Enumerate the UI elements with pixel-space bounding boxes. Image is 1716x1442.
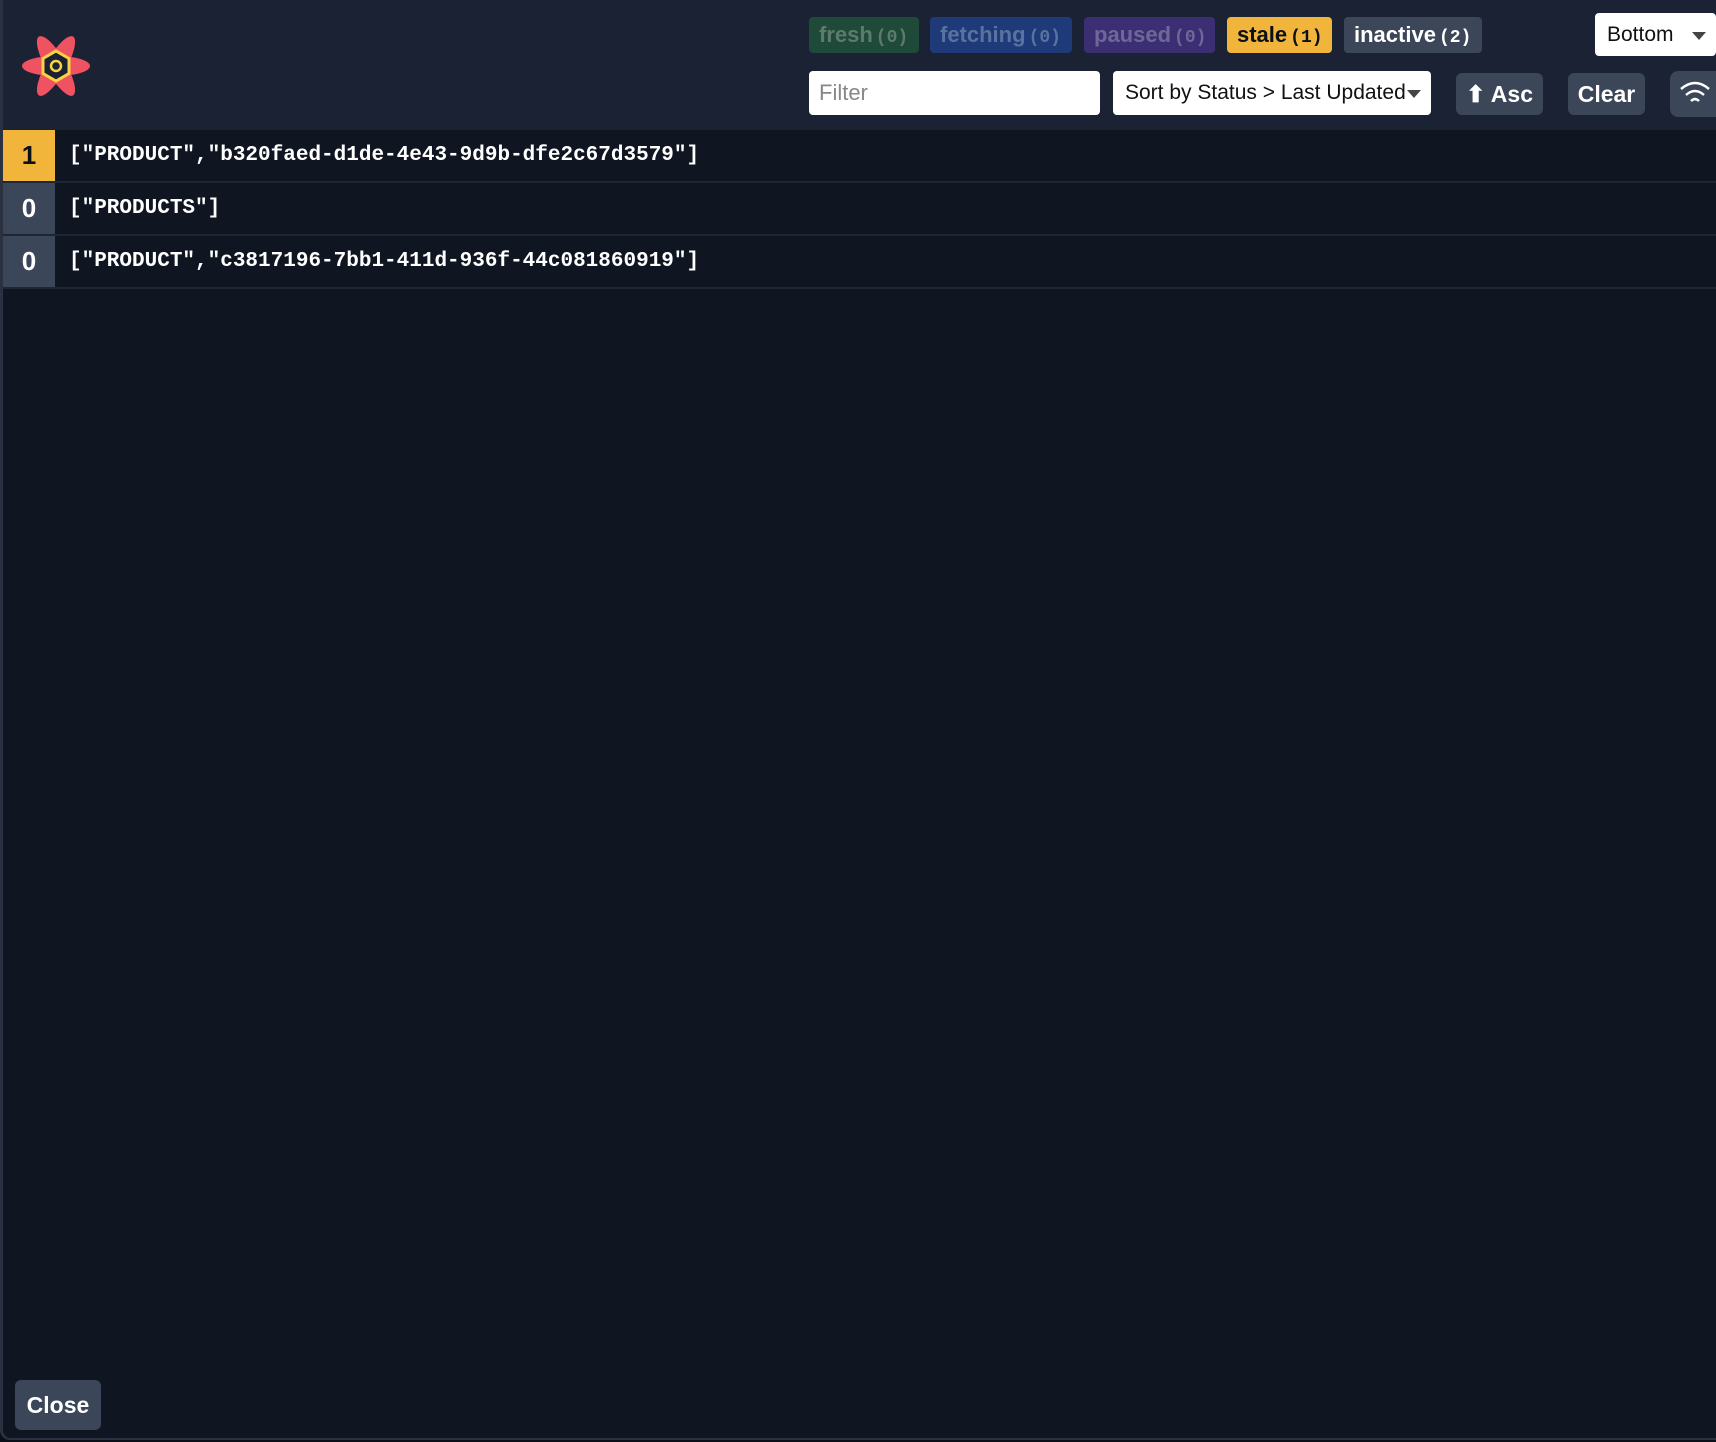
badge-inactive: inactive (2) (1344, 17, 1482, 53)
chevron-down-icon (1407, 90, 1421, 98)
badge-paused: paused (0) (1084, 17, 1215, 53)
observer-count: 0 (3, 183, 55, 234)
badge-stale: stale (1) (1227, 17, 1332, 53)
query-row[interactable]: 0 ["PRODUCTS"] (3, 183, 1716, 236)
badge-label: stale (1237, 22, 1288, 47)
query-key: ["PRODUCT","c3817196-7bb1-411d-936f-44c0… (69, 250, 700, 273)
sort-direction-button[interactable]: ⬆ Asc (1456, 73, 1543, 115)
badge-label: fetching (940, 22, 1026, 47)
position-select-value: Bottom (1607, 23, 1674, 46)
wifi-icon (1679, 81, 1710, 102)
query-key: ["PRODUCT","b320faed-d1de-4e43-9d9b-dfe2… (69, 144, 700, 167)
badge-count: (0) (875, 28, 909, 48)
position-select[interactable]: Bottom (1595, 13, 1716, 56)
badge-count: (0) (1174, 28, 1207, 48)
filter-input[interactable] (809, 71, 1100, 115)
observer-count: 0 (3, 236, 55, 287)
close-button[interactable]: Close (15, 1380, 101, 1430)
badge-fetching: fetching (0) (930, 17, 1072, 53)
observer-count: 1 (3, 130, 55, 181)
chevron-down-icon (1692, 32, 1706, 40)
sort-select[interactable]: Sort by Status > Last Updated (1113, 71, 1431, 115)
network-toggle-button[interactable] (1670, 71, 1716, 117)
badge-label: inactive (1354, 22, 1436, 47)
query-list: 1 ["PRODUCT","b320faed-d1de-4e43-9d9b-df… (3, 130, 1716, 289)
clear-button[interactable]: Clear (1568, 73, 1645, 115)
badge-label: fresh (819, 22, 873, 47)
query-key: ["PRODUCTS"] (69, 197, 221, 220)
badge-fresh: fresh (0) (809, 17, 919, 53)
query-row[interactable]: 0 ["PRODUCT","c3817196-7bb1-411d-936f-44… (3, 236, 1716, 289)
react-query-logo[interactable] (17, 30, 95, 102)
devtools-header: fresh (0) fetching (0) paused (0) stale (1) … (3, 0, 1716, 130)
sort-select-value: Sort by Status > Last Updated (1125, 81, 1406, 104)
badge-count: (2) (1438, 28, 1472, 48)
badge-label: paused (1094, 22, 1172, 47)
query-row[interactable]: 1 ["PRODUCT","b320faed-d1de-4e43-9d9b-df… (3, 130, 1716, 183)
devtools-panel: fresh (0) fetching (0) paused (0) stale (1) … (0, 0, 1716, 1440)
badge-count: (1) (1290, 28, 1323, 48)
badge-count: (0) (1028, 28, 1061, 48)
